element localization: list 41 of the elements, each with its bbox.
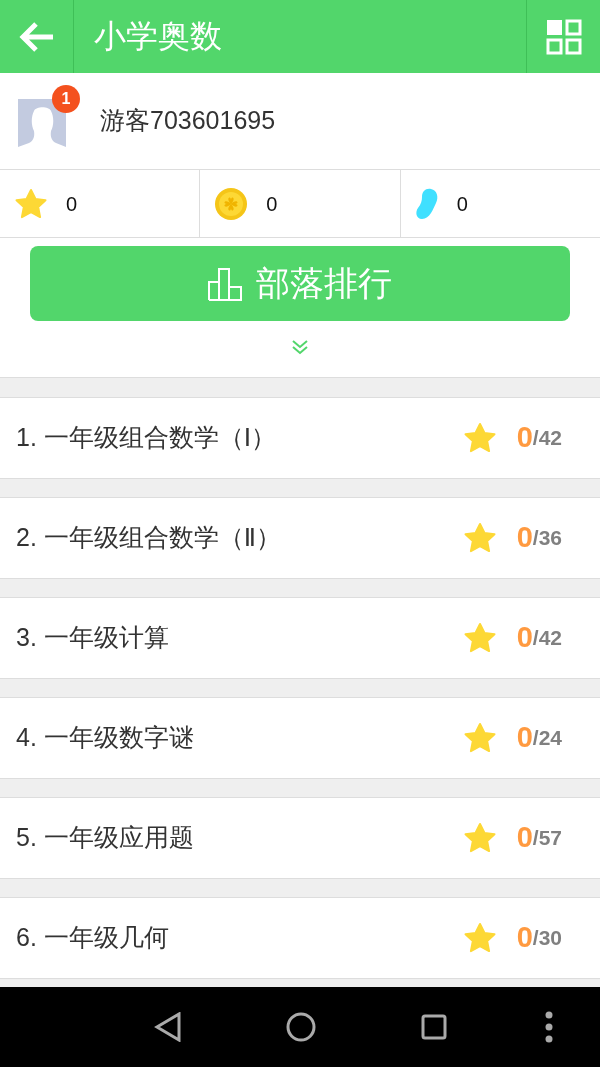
star-icon — [462, 822, 497, 854]
home-nav-button[interactable] — [286, 1012, 316, 1042]
page-title: 小学奥数 — [93, 17, 223, 56]
stars-earned: 0 — [516, 420, 533, 456]
stat-value: 0 — [66, 191, 78, 217]
stars-total: /42 — [532, 625, 562, 652]
back-arrow-icon — [18, 20, 55, 53]
notification-badge: 1 — [52, 85, 80, 113]
stars-earned: 0 — [516, 520, 533, 556]
bar-chart-icon — [208, 266, 244, 301]
stars-total: /30 — [532, 925, 562, 952]
back-nav-button[interactable] — [154, 1012, 182, 1042]
stat-value: 0 — [266, 191, 278, 217]
star-icon — [462, 722, 497, 754]
stars-earned: 0 — [516, 820, 533, 856]
lesson-item[interactable]: 3. 一年级计算 0/42 — [0, 597, 600, 679]
star-icon — [462, 622, 497, 654]
star-icon — [14, 187, 48, 220]
stars-earned: 0 — [516, 620, 533, 656]
grid-icon — [545, 18, 582, 55]
expand-chevron-icon — [291, 339, 309, 355]
overflow-menu-button[interactable] — [544, 1011, 554, 1043]
lesson-item[interactable]: 1. 一年级组合数学（Ⅰ） 0/42 — [0, 397, 600, 479]
star-icon — [462, 522, 497, 554]
stars-earned: 0 — [516, 720, 533, 756]
star-icon — [462, 922, 497, 954]
stars-total: /36 — [532, 525, 562, 552]
stars-earned: 0 — [516, 920, 533, 956]
stat-value: 0 — [456, 191, 468, 217]
star-icon — [462, 422, 497, 454]
lesson-item[interactable]: 5. 一年级应用题 0/57 — [0, 797, 600, 879]
stars-total: /42 — [532, 425, 562, 452]
user-name: 游客703601695 — [100, 105, 276, 137]
coin-icon — [214, 186, 249, 221]
drop-icon — [414, 187, 439, 220]
lesson-item[interactable]: 6. 一年级几何 0/30 — [0, 897, 600, 979]
lesson-item[interactable]: 4. 一年级数字谜 0/24 — [0, 697, 600, 779]
recents-nav-button[interactable] — [421, 1014, 447, 1040]
stars-total: /57 — [532, 825, 562, 852]
stars-total: /24 — [532, 725, 562, 752]
lesson-item[interactable]: 2. 一年级组合数学（Ⅱ） 0/36 — [0, 497, 600, 579]
